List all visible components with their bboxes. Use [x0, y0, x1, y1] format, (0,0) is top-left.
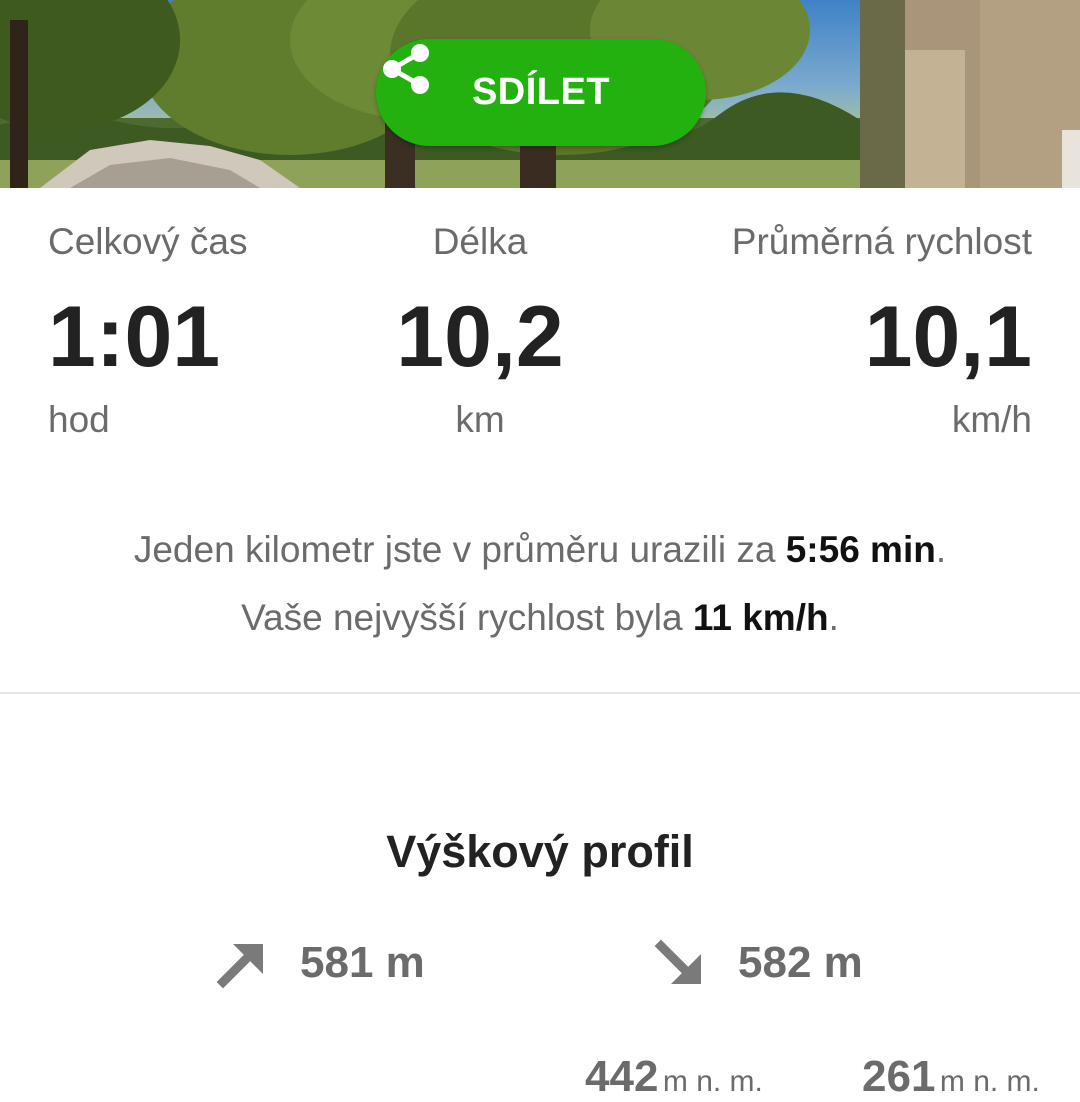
max-speed-summary: Vaše nejvyšší rychlost byla 11 km/h. — [0, 597, 1080, 639]
max-altitude-value: 442 — [585, 1052, 659, 1101]
average-speed-value: 10,1 — [864, 289, 1032, 385]
min-altitude: 261 m n. m. — [862, 1052, 1040, 1102]
average-speed-label: Průměrná rychlost — [731, 221, 1032, 262]
section-divider — [0, 692, 1080, 694]
max-speed-summary-prefix: Vaše nejvyšší rychlost byla — [241, 597, 693, 638]
total-time-unit: hod — [48, 399, 110, 440]
descent-value: 582 m — [738, 938, 863, 987]
average-speed-unit: km/h — [951, 399, 1032, 440]
ascent-arrow-icon — [216, 944, 263, 989]
pace-summary: Jeden kilometr jste v průměru urazili za… — [0, 529, 1080, 571]
max-speed-value: 11 km/h — [692, 597, 829, 638]
max-speed-summary-suffix: . — [828, 597, 839, 638]
max-altitude-unit: m n. m. — [662, 1065, 763, 1098]
max-altitude: 442 m n. m. — [585, 1052, 763, 1102]
pace-summary-suffix: . — [935, 529, 947, 570]
pace-summary-prefix: Jeden kilometr jste v průměru urazili za — [133, 529, 786, 570]
min-altitude-unit: m n. m. — [939, 1065, 1040, 1098]
share-button[interactable]: SDÍLET — [376, 39, 706, 146]
ascent-value: 581 m — [300, 938, 425, 987]
distance-value: 10,2 — [396, 289, 564, 385]
distance-label: Délka — [432, 221, 528, 262]
pace-value: 5:56 min — [785, 529, 936, 570]
min-altitude-value: 261 — [862, 1052, 936, 1101]
distance-unit: km — [455, 399, 505, 440]
total-time-value: 1:01 — [48, 289, 221, 385]
elevation-profile-title: Výškový profil — [386, 826, 694, 877]
total-time-label: Celkový čas — [48, 221, 248, 262]
descent-arrow-icon — [654, 939, 701, 984]
share-icon — [383, 44, 429, 94]
header-photo: SDÍLET — [0, 0, 1080, 188]
share-button-label: SDÍLET — [471, 71, 611, 113]
